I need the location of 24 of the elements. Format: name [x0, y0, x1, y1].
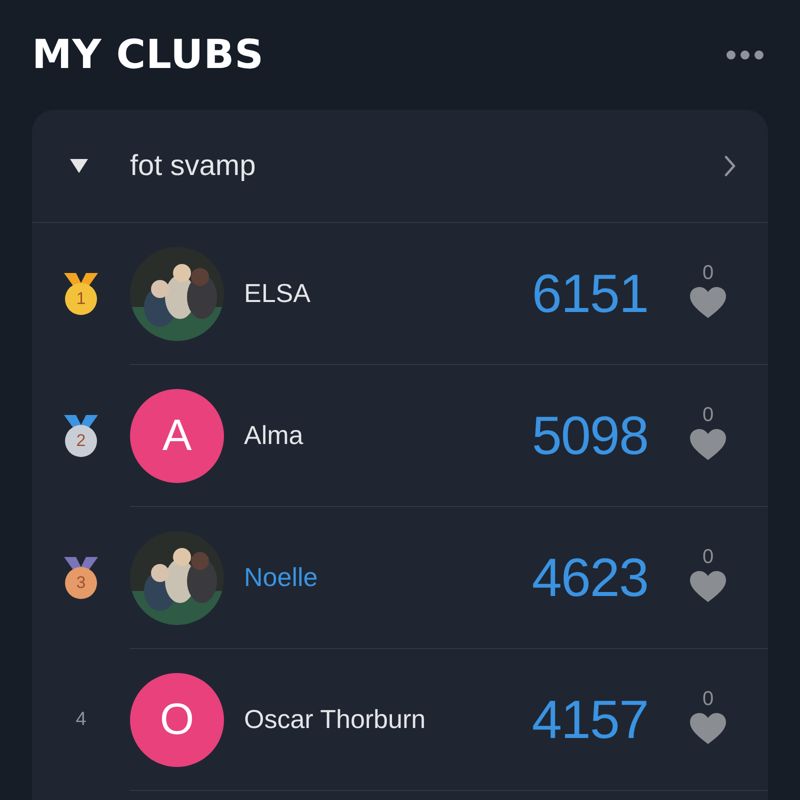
avatar: O — [130, 672, 224, 766]
heart-icon[interactable] — [690, 429, 726, 461]
caret-icon[interactable] — [70, 159, 88, 173]
rank-number: 4 — [76, 709, 86, 731]
like-count: 0 — [702, 546, 714, 569]
avatar: A — [130, 388, 224, 482]
heart-icon[interactable] — [690, 287, 726, 319]
like-count: 0 — [702, 262, 714, 285]
member-name: Oscar Thorburn — [244, 704, 427, 735]
score: 5098 — [532, 404, 648, 466]
heart-icon[interactable] — [690, 713, 726, 745]
chevron-right-icon[interactable] — [724, 155, 736, 177]
heart-icon[interactable] — [690, 571, 726, 603]
like-count: 0 — [702, 688, 714, 711]
page-title: MY CLUBS — [32, 32, 264, 78]
member-name: Alma — [244, 420, 304, 451]
score: 4157 — [532, 688, 648, 750]
member-name: ELSA — [244, 278, 312, 309]
member-name: Noelle — [244, 562, 319, 593]
score: 4623 — [532, 546, 648, 608]
club-name: fot svamp — [130, 150, 257, 182]
score: 6151 — [532, 262, 648, 324]
more-icon[interactable] — [726, 50, 764, 60]
like-count: 0 — [702, 404, 714, 427]
